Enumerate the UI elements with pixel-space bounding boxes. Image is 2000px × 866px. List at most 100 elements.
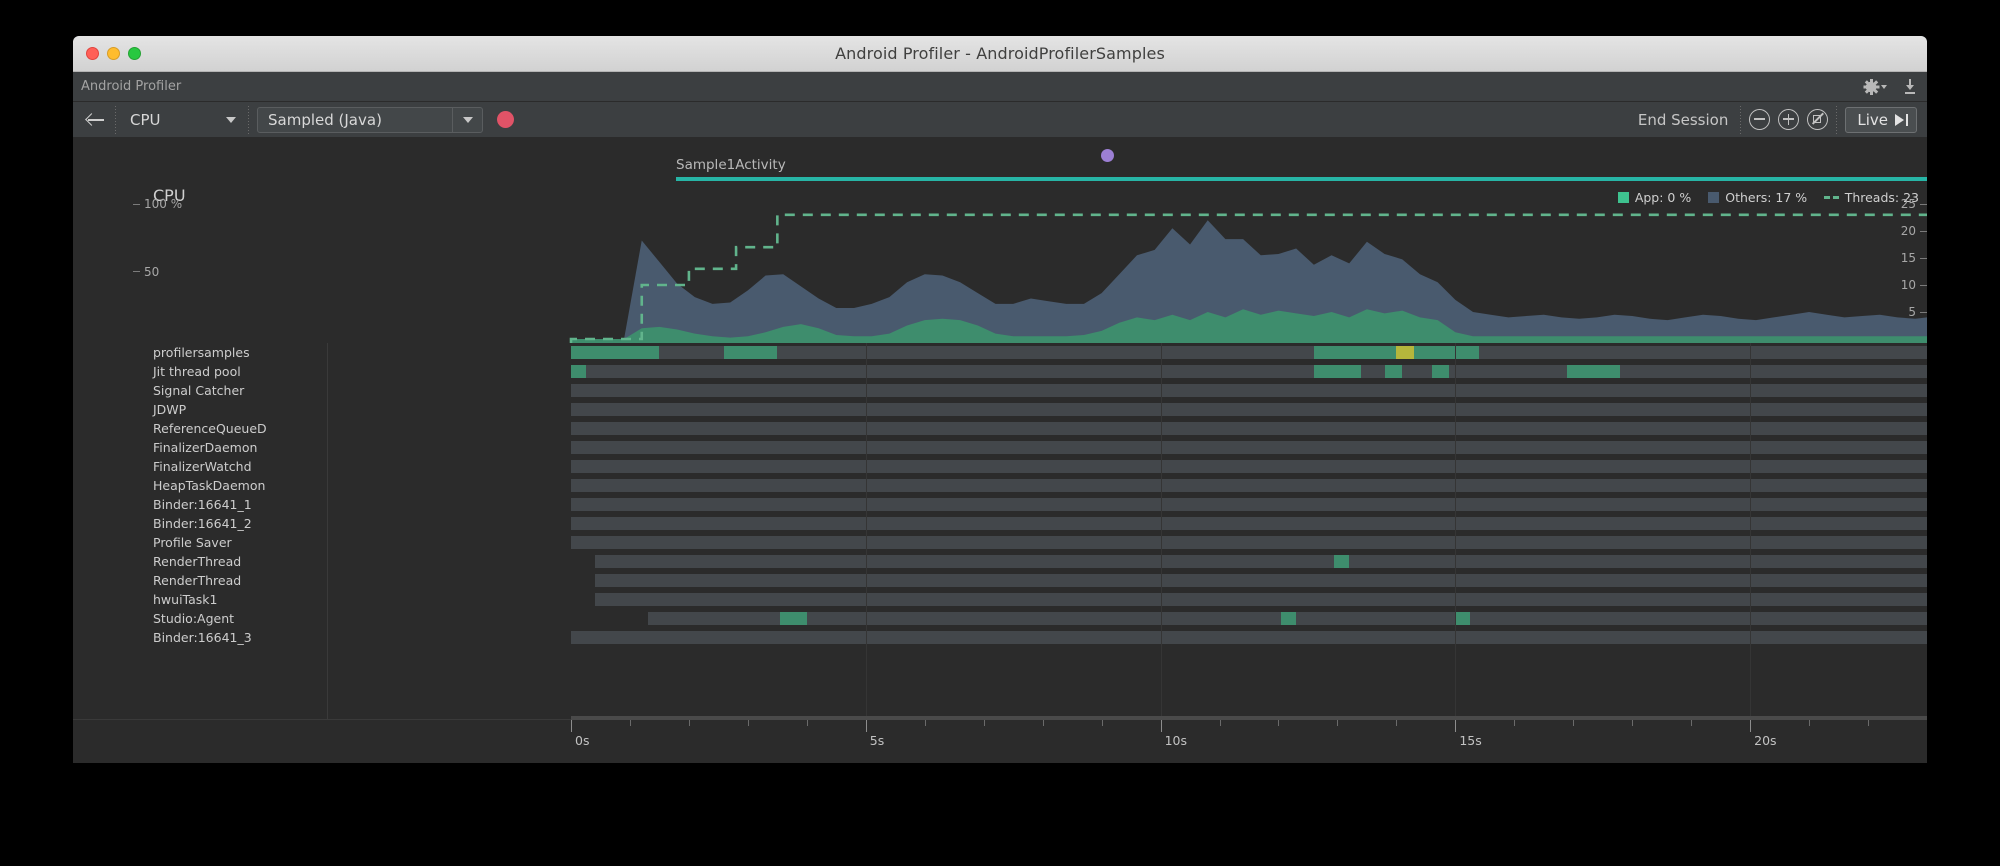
time-axis-major-tick [571, 720, 572, 732]
thread-activity-track[interactable] [571, 362, 1927, 381]
cpu-left-tick: 50 [133, 265, 185, 279]
cpu-right-tick: 25 [1881, 197, 1927, 211]
time-axis-minor-tick [629, 720, 631, 726]
thread-activity-block[interactable] [780, 612, 807, 625]
thread-name: profilersamples [153, 345, 250, 360]
time-axis-minor-tick [1691, 720, 1693, 726]
thread-activity-track[interactable] [571, 514, 1927, 533]
thread-lifeline [571, 384, 1927, 397]
thread-activity-track[interactable] [571, 533, 1927, 552]
recording-mode-select[interactable]: Sampled (Java) [257, 106, 483, 133]
zoom-out-icon[interactable] [1749, 109, 1771, 130]
thread-activity-block[interactable] [571, 365, 586, 378]
thread-activity-track[interactable] [571, 590, 1927, 609]
app-window: Android Profiler - AndroidProfilerSample… [73, 36, 1927, 763]
back-arrow-icon[interactable] [85, 109, 107, 131]
event-timeline-strip[interactable]: Sample1Activity [73, 138, 1927, 182]
threads-grid-line [1160, 343, 1162, 719]
thread-activity-block[interactable] [1396, 346, 1415, 359]
cpu-left-axis: 100 % 50 [133, 182, 185, 343]
thread-activity-block[interactable] [1334, 555, 1350, 568]
thread-name: Studio:Agent [153, 611, 235, 626]
live-button[interactable]: Live [1845, 106, 1917, 133]
thread-activity-track[interactable] [571, 609, 1927, 628]
thread-row[interactable]: FinalizerWatchd [73, 457, 1927, 476]
cpu-right-tick: 10 [1881, 278, 1927, 292]
thread-activity-block[interactable] [1567, 365, 1621, 378]
time-axis-minor-tick [1337, 720, 1339, 726]
header-icon-group [1863, 78, 1917, 95]
thread-row[interactable]: Binder:16641_1 [73, 495, 1927, 514]
zoom-in-icon[interactable] [1778, 109, 1800, 130]
time-axis-minor-tick [1101, 720, 1103, 726]
time-axis-major-tick [1160, 720, 1162, 732]
time-axis-minor-tick [1632, 720, 1634, 726]
thread-name: FinalizerWatchd [153, 459, 252, 474]
thread-row[interactable]: Signal Catcher [73, 381, 1927, 400]
thread-row[interactable]: Jit thread pool [73, 362, 1927, 381]
recording-mode-dropdown-button[interactable] [452, 107, 482, 132]
timeline-scrollbar[interactable] [571, 716, 1927, 720]
thread-activity-block[interactable] [1281, 612, 1297, 625]
thread-name: RenderThread [153, 573, 242, 588]
maximize-window-button[interactable] [128, 47, 141, 60]
thread-activity-block[interactable] [1384, 365, 1403, 378]
profiler-body: Sample1Activity CPU App: 0 % Others: 17 … [73, 138, 1927, 763]
thread-name: hwuiTask1 [153, 592, 218, 607]
thread-row[interactable]: ReferenceQueueD [73, 419, 1927, 438]
thread-lifeline [571, 365, 1927, 378]
thread-activity-track[interactable] [571, 381, 1927, 400]
time-axis-minor-tick [1219, 720, 1221, 726]
thread-row[interactable]: Studio:Agent [73, 609, 1927, 628]
close-window-button[interactable] [86, 47, 99, 60]
thread-activity-block[interactable] [1431, 365, 1450, 378]
thread-activity-block[interactable] [1313, 365, 1361, 378]
event-marker-icon[interactable] [1101, 149, 1114, 162]
thread-activity-track[interactable] [571, 495, 1927, 514]
time-axis-major-tick [1750, 720, 1752, 732]
toolbar-divider-3 [1740, 105, 1742, 134]
settings-button[interactable] [1863, 78, 1887, 95]
thread-activity-track[interactable] [571, 552, 1927, 571]
profiler-type-select[interactable]: CPU [124, 107, 240, 133]
reset-zoom-icon[interactable] [1807, 109, 1829, 130]
thread-activity-track[interactable] [571, 476, 1927, 495]
thread-row[interactable]: HeapTaskDaemon [73, 476, 1927, 495]
thread-row[interactable]: Binder:16641_3 [73, 628, 1927, 647]
time-axis-label: 0s [575, 733, 590, 748]
thread-activity-block[interactable] [724, 346, 778, 359]
cpu-usage-chart[interactable]: CPU App: 0 % Others: 17 % Threads: 23 10… [73, 182, 1927, 343]
thread-activity-track[interactable] [571, 571, 1927, 590]
export-icon[interactable] [1903, 79, 1917, 94]
thread-lifeline [571, 441, 1927, 454]
toolbar-divider-2 [248, 105, 249, 134]
minimize-window-button[interactable] [107, 47, 120, 60]
thread-lifeline [594, 555, 1927, 568]
thread-activity-track[interactable] [571, 628, 1927, 647]
thread-activity-track[interactable] [571, 438, 1927, 457]
thread-row[interactable]: hwuiTask1 [73, 590, 1927, 609]
thread-row[interactable]: Binder:16641_2 [73, 514, 1927, 533]
thread-name: JDWP [153, 402, 187, 417]
thread-row[interactable]: RenderThread [73, 571, 1927, 590]
thread-row[interactable]: FinalizerDaemon [73, 438, 1927, 457]
thread-activity-block[interactable] [1455, 612, 1471, 625]
thread-name: Signal Catcher [153, 383, 245, 398]
thread-activity-track[interactable] [571, 457, 1927, 476]
thread-row[interactable]: profilersamples [73, 343, 1927, 362]
cpu-chart-plot [569, 213, 1927, 343]
record-button[interactable] [497, 111, 514, 128]
thread-activity-track[interactable] [571, 400, 1927, 419]
thread-row[interactable]: Profile Saver [73, 533, 1927, 552]
thread-name: Jit thread pool [153, 364, 241, 379]
chevron-down-icon [1881, 84, 1887, 89]
activity-label: Sample1Activity [676, 157, 786, 173]
thread-row[interactable]: RenderThread [73, 552, 1927, 571]
thread-activity-track[interactable] [571, 343, 1927, 362]
threads-list[interactable]: profilersamples Jit thread pool Signal Cat… [73, 343, 1927, 719]
thread-row[interactable]: JDWP [73, 400, 1927, 419]
end-session-button[interactable]: End Session [1638, 111, 1733, 129]
thread-activity-track[interactable] [571, 419, 1927, 438]
thread-activity-block[interactable] [571, 346, 660, 359]
threads-grid-line [1750, 343, 1752, 719]
